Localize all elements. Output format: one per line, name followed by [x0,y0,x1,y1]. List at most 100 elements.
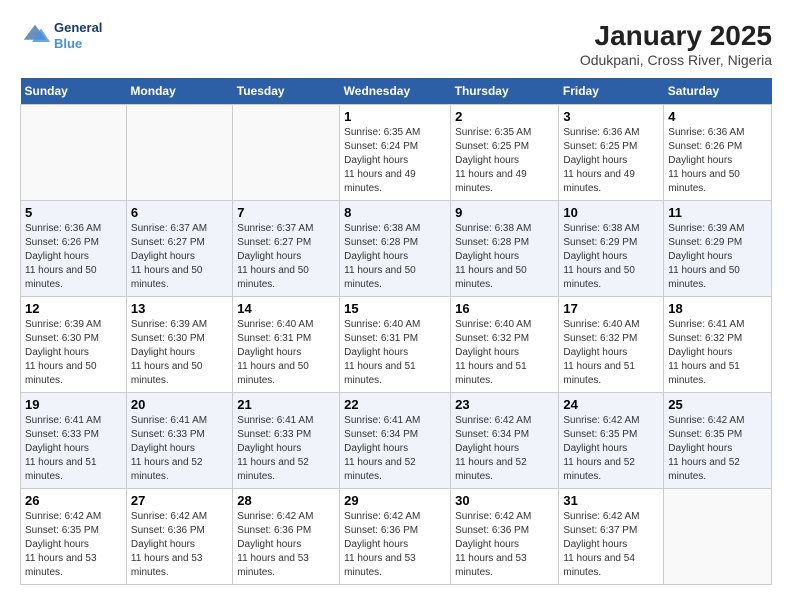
day-info: Sunrise: 6:36 AMSunset: 6:26 PMDaylight … [25,222,122,292]
calendar-cell: 30 Sunrise: 6:42 AMSunset: 6:36 PMDayligh… [451,489,559,585]
calendar-cell: 18 Sunrise: 6:41 AMSunset: 6:32 PMDayligh… [664,297,772,393]
calendar-cell: 21Sunrise: 6:41 AMSunset: 6:33 PMDayligh… [233,393,340,489]
day-info: Sunrise: 6:40 AMSunset: 6:31 PMDaylight … [344,318,446,388]
day-number: 14 [237,301,335,316]
page-title: January 2025 [580,20,772,52]
day-info: Sunrise: 6:41 AMSunset: 6:33 PMDaylight … [25,414,122,484]
day-info: Sunrise: 6:40 AMSunset: 6:31 PMDaylight … [237,318,335,388]
calendar-header: SundayMondayTuesdayWednesdayThursdayFrid… [21,78,772,105]
day-info: Sunrise: 6:42 AMSunset: 6:36 PMDaylight … [131,510,228,580]
calendar-cell: 25 Sunrise: 6:42 AMSunset: 6:35 PMDayligh… [664,393,772,489]
day-info: Sunrise: 6:41 AMSunset: 6:33 PMDaylight … [131,414,228,484]
day-info: Sunrise: 6:42 AMSunset: 6:35 PMDaylight … [563,414,659,484]
calendar-week-row: 1 Sunrise: 6:35 AMSunset: 6:24 PMDaylight… [21,105,772,201]
day-info: Sunrise: 6:40 AMSunset: 6:32 PMDaylight … [455,318,554,388]
calendar-cell: 27 Sunrise: 6:42 AMSunset: 6:36 PMDayligh… [126,489,232,585]
calendar-week-row: 12Sunrise: 6:39 AMSunset: 6:30 PMDayligh… [21,297,772,393]
calendar-cell: 23 Sunrise: 6:42 AMSunset: 6:34 PMDayligh… [451,393,559,489]
day-number: 5 [25,205,122,220]
day-number: 17 [563,301,659,316]
calendar-body: 1 Sunrise: 6:35 AMSunset: 6:24 PMDaylight… [21,105,772,585]
day-info: Sunrise: 6:39 AMSunset: 6:30 PMDaylight … [131,318,228,388]
logo-text: General Blue [54,20,102,51]
calendar-cell: 7 Sunrise: 6:37 AMSunset: 6:27 PMDaylight… [233,201,340,297]
day-number: 20 [131,397,228,412]
day-number: 23 [455,397,554,412]
calendar-week-row: 5 Sunrise: 6:36 AMSunset: 6:26 PMDaylight… [21,201,772,297]
day-number: 4 [668,109,767,124]
day-number: 1 [344,109,446,124]
day-info: Sunrise: 6:40 AMSunset: 6:32 PMDaylight … [563,318,659,388]
calendar-cell: 29Sunrise: 6:42 AMSunset: 6:36 PMDayligh… [340,489,451,585]
weekday-header: Tuesday [233,78,340,105]
logo: General Blue [20,20,102,51]
day-number: 2 [455,109,554,124]
calendar-cell: 3Sunrise: 6:36 AMSunset: 6:25 PMDaylight… [559,105,664,201]
calendar-cell: 5 Sunrise: 6:36 AMSunset: 6:26 PMDaylight… [21,201,127,297]
day-info: Sunrise: 6:39 AMSunset: 6:29 PMDaylight … [668,222,767,292]
day-number: 18 [668,301,767,316]
calendar-cell: 20 Sunrise: 6:41 AMSunset: 6:33 PMDayligh… [126,393,232,489]
calendar-cell [126,105,232,201]
page-header: General Blue January 2025 Odukpani, Cros… [20,20,772,68]
day-info: Sunrise: 6:42 AMSunset: 6:37 PMDaylight … [563,510,659,580]
day-number: 10 [563,205,659,220]
calendar-cell [233,105,340,201]
day-info: Sunrise: 6:37 AMSunset: 6:27 PMDaylight … [131,222,228,292]
day-info: Sunrise: 6:42 AMSunset: 6:34 PMDaylight … [455,414,554,484]
weekday-header-row: SundayMondayTuesdayWednesdayThursdayFrid… [21,78,772,105]
weekday-header: Saturday [664,78,772,105]
calendar-cell [21,105,127,201]
calendar-cell: 19Sunrise: 6:41 AMSunset: 6:33 PMDayligh… [21,393,127,489]
day-info: Sunrise: 6:41 AMSunset: 6:34 PMDaylight … [344,414,446,484]
calendar-cell: 13 Sunrise: 6:39 AMSunset: 6:30 PMDayligh… [126,297,232,393]
day-number: 27 [131,493,228,508]
calendar-cell: 22 Sunrise: 6:41 AMSunset: 6:34 PMDayligh… [340,393,451,489]
day-info: Sunrise: 6:36 AMSunset: 6:26 PMDaylight … [668,126,767,196]
day-number: 26 [25,493,122,508]
calendar-cell: 15 Sunrise: 6:40 AMSunset: 6:31 PMDayligh… [340,297,451,393]
calendar-cell: 9Sunrise: 6:38 AMSunset: 6:28 PMDaylight… [451,201,559,297]
weekday-header: Wednesday [340,78,451,105]
day-info: Sunrise: 6:42 AMSunset: 6:36 PMDaylight … [237,510,335,580]
title-block: January 2025 Odukpani, Cross River, Nige… [580,20,772,68]
day-number: 24 [563,397,659,412]
calendar-cell: 1 Sunrise: 6:35 AMSunset: 6:24 PMDaylight… [340,105,451,201]
day-number: 9 [455,205,554,220]
day-number: 13 [131,301,228,316]
day-info: Sunrise: 6:42 AMSunset: 6:36 PMDaylight … [455,510,554,580]
day-number: 30 [455,493,554,508]
day-number: 6 [131,205,228,220]
calendar-cell [664,489,772,585]
day-info: Sunrise: 6:37 AMSunset: 6:27 PMDaylight … [237,222,335,292]
calendar-week-row: 26 Sunrise: 6:42 AMSunset: 6:35 PMDayligh… [21,489,772,585]
calendar-cell: 26 Sunrise: 6:42 AMSunset: 6:35 PMDayligh… [21,489,127,585]
day-info: Sunrise: 6:41 AMSunset: 6:32 PMDaylight … [668,318,767,388]
day-info: Sunrise: 6:35 AMSunset: 6:25 PMDaylight … [455,126,554,196]
calendar-cell: 28 Sunrise: 6:42 AMSunset: 6:36 PMDayligh… [233,489,340,585]
day-info: Sunrise: 6:39 AMSunset: 6:30 PMDaylight … [25,318,122,388]
calendar-table: SundayMondayTuesdayWednesdayThursdayFrid… [20,78,772,585]
calendar-cell: 17 Sunrise: 6:40 AMSunset: 6:32 PMDayligh… [559,297,664,393]
calendar-cell: 2 Sunrise: 6:35 AMSunset: 6:25 PMDaylight… [451,105,559,201]
calendar-cell: 14 Sunrise: 6:40 AMSunset: 6:31 PMDayligh… [233,297,340,393]
day-number: 31 [563,493,659,508]
day-number: 25 [668,397,767,412]
day-number: 28 [237,493,335,508]
calendar-cell: 24 Sunrise: 6:42 AMSunset: 6:35 PMDayligh… [559,393,664,489]
calendar-cell: 10 Sunrise: 6:38 AMSunset: 6:29 PMDayligh… [559,201,664,297]
day-info: Sunrise: 6:38 AMSunset: 6:28 PMDaylight … [344,222,446,292]
day-info: Sunrise: 6:42 AMSunset: 6:35 PMDaylight … [668,414,767,484]
calendar-cell: 11 Sunrise: 6:39 AMSunset: 6:29 PMDayligh… [664,201,772,297]
day-number: 11 [668,205,767,220]
day-number: 22 [344,397,446,412]
day-number: 15 [344,301,446,316]
day-info: Sunrise: 6:38 AMSunset: 6:29 PMDaylight … [563,222,659,292]
day-number: 16 [455,301,554,316]
day-number: 8 [344,205,446,220]
day-number: 3 [563,109,659,124]
calendar-cell: 31 Sunrise: 6:42 AMSunset: 6:37 PMDayligh… [559,489,664,585]
day-info: Sunrise: 6:42 AMSunset: 6:35 PMDaylight … [25,510,122,580]
day-info: Sunrise: 6:35 AMSunset: 6:24 PMDaylight … [344,126,446,196]
day-number: 7 [237,205,335,220]
